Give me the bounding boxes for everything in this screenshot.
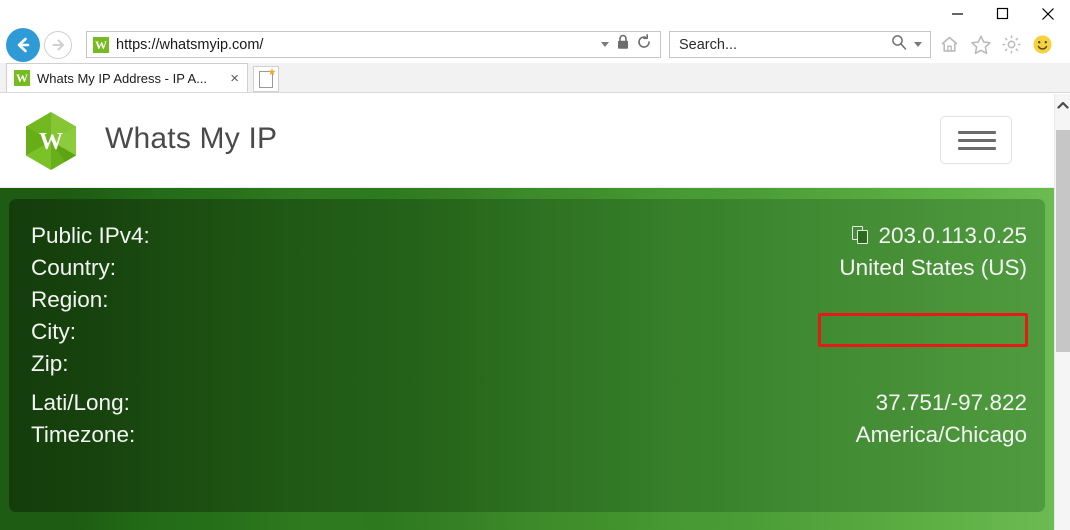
menu-bar-2 — [958, 139, 996, 142]
row-value-lati-long: 37.751/-97.822 — [875, 390, 1027, 415]
url-text[interactable]: https://whatsmyip.com/ — [116, 37, 601, 53]
menu-bar-1 — [958, 131, 996, 134]
minimize-button[interactable] — [935, 0, 980, 27]
title-bar — [0, 0, 1070, 27]
site-favicon: W — [93, 36, 109, 53]
window-controls — [935, 0, 1070, 27]
page-scrollbar[interactable] — [1054, 94, 1070, 530]
home-icon[interactable] — [938, 33, 961, 56]
address-bar-icons — [601, 34, 660, 55]
search-icons — [891, 34, 930, 55]
table-row: Country: United States (US) — [9, 255, 1045, 287]
tab-strip: W Whats My IP Address - IP A... × — [0, 63, 1070, 93]
scrollbar-thumb[interactable] — [1056, 130, 1070, 352]
row-label-city: City: — [31, 319, 76, 344]
browser-tab[interactable]: W Whats My IP Address - IP A... × — [6, 63, 248, 92]
gear-icon[interactable] — [1000, 33, 1023, 56]
navigation-bar: W https://whatsmyip.com/ Search... — [0, 27, 1070, 63]
tab-close-icon[interactable]: × — [227, 70, 242, 87]
row-label-timezone: Timezone: — [31, 422, 136, 447]
new-tab-button[interactable] — [253, 66, 279, 92]
maximize-button[interactable] — [980, 0, 1025, 27]
lock-icon[interactable] — [616, 34, 630, 55]
row-label-region: Region: — [31, 287, 109, 312]
chevron-up-icon[interactable] — [1055, 94, 1070, 116]
row-label-public-ipv4: Public IPv4: — [31, 223, 150, 248]
tab-title[interactable]: Whats My IP Address - IP A... — [37, 71, 227, 86]
row-value-country: United States (US) — [839, 255, 1027, 280]
site-header: W Whats My IP — [0, 94, 1054, 188]
star-icon[interactable] — [969, 33, 992, 56]
row-label-country: Country: — [31, 255, 117, 280]
page-title: Whats My IP — [105, 122, 278, 155]
browser-window: W https://whatsmyip.com/ Search... W Wha… — [0, 0, 1070, 530]
hamburger-menu-icon[interactable] — [940, 116, 1012, 164]
menu-bar-3 — [958, 147, 996, 150]
chevron-down-icon[interactable] — [601, 42, 609, 47]
table-row: Timezone: America/Chicago — [9, 422, 1045, 454]
close-button[interactable] — [1025, 0, 1070, 27]
smiley-icon[interactable] — [1031, 33, 1054, 56]
tab-favicon: W — [14, 70, 30, 86]
refresh-icon[interactable] — [637, 34, 652, 55]
public-ip-text: 203.0.113.0.25 — [878, 223, 1027, 248]
table-row: City: — [9, 319, 1045, 351]
browser-toolbar-icons — [938, 31, 1054, 58]
ip-info-panel: Public IPv4: 203.0.113.0.25 Country: Uni… — [9, 199, 1045, 512]
chevron-down-icon[interactable] — [914, 42, 922, 47]
address-bar[interactable]: W https://whatsmyip.com/ — [86, 31, 661, 58]
row-value-public-ipv4[interactable]: 203.0.113.0.25 — [851, 223, 1027, 249]
back-arrow-icon[interactable] — [6, 28, 40, 62]
ip-info-band: Public IPv4: 203.0.113.0.25 Country: Uni… — [0, 188, 1054, 530]
svg-text:W: W — [39, 129, 63, 155]
row-label-lati-long: Lati/Long: — [31, 390, 130, 415]
search-input[interactable]: Search... — [679, 37, 891, 53]
copy-icon-front-sheet — [856, 230, 868, 244]
forward-arrow-icon[interactable] — [44, 31, 72, 59]
site-logo[interactable]: W — [20, 110, 82, 172]
row-value-timezone: America/Chicago — [855, 422, 1027, 447]
table-row: Zip: — [9, 351, 1045, 383]
table-row: Public IPv4: 203.0.113.0.25 — [9, 223, 1045, 255]
page-viewport: W Whats My IP Public IPv4: 203.0.113.0.2… — [0, 94, 1070, 530]
copy-icon[interactable] — [851, 226, 870, 246]
row-label-zip: Zip: — [31, 351, 69, 376]
search-icon[interactable] — [891, 34, 907, 55]
search-box[interactable]: Search... — [669, 31, 931, 58]
table-row: Region: — [9, 287, 1045, 319]
table-row: Lati/Long: 37.751/-97.822 — [9, 390, 1045, 422]
